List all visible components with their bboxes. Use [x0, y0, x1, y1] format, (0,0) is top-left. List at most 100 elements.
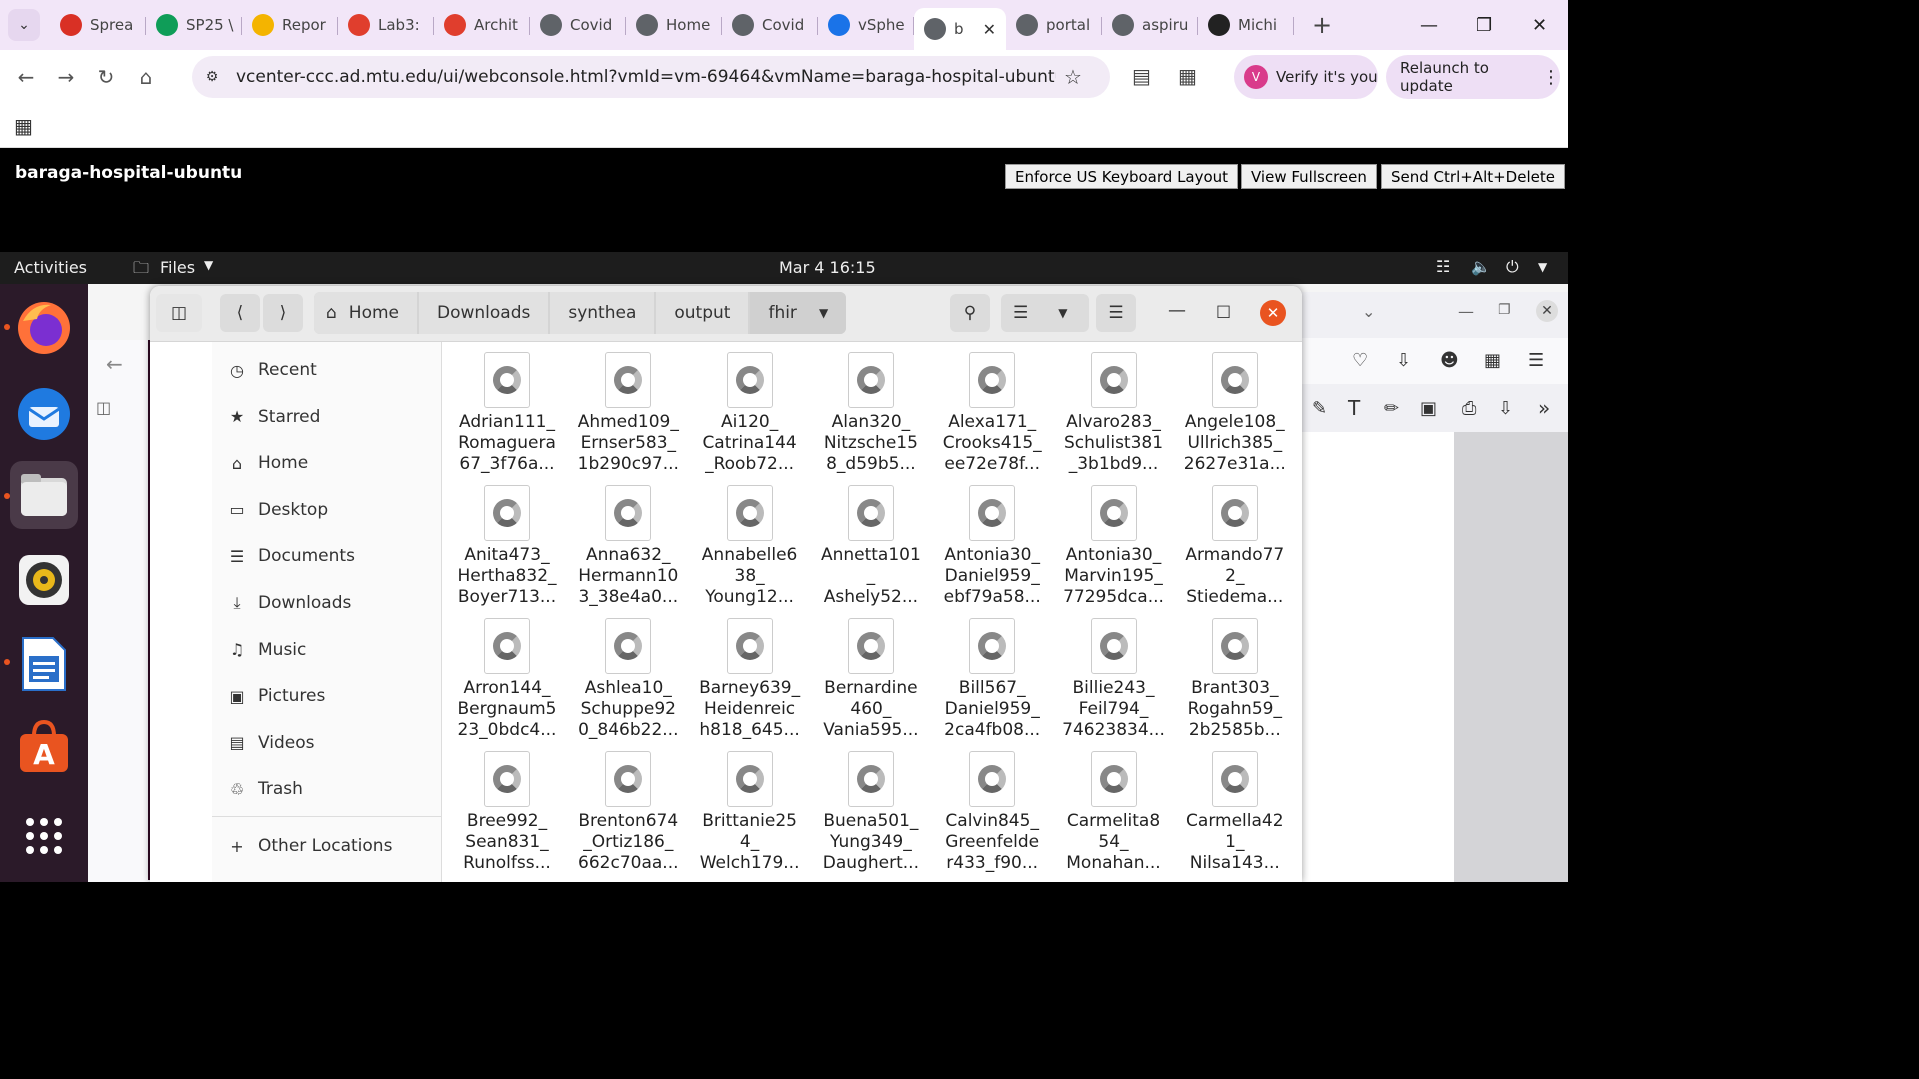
- file-item[interactable]: Buena501_ Yung349_ Daughert...: [813, 743, 929, 874]
- files-icon[interactable]: [10, 461, 78, 529]
- browser-tab[interactable]: Covid: [530, 7, 626, 43]
- browser-tab[interactable]: Lab3:: [338, 7, 434, 43]
- address-bar[interactable]: ⚙ vcenter-ccc.ad.mtu.edu/ui/webconsole.h…: [192, 56, 1110, 98]
- app-menu-chevron-icon[interactable]: ▼: [204, 258, 213, 272]
- breadcrumb-synthea[interactable]: synthea: [550, 292, 655, 334]
- send-ctrl-alt-del-button[interactable]: Send Ctrl+Alt+Delete: [1381, 164, 1565, 189]
- view-chevron-down-icon[interactable]: ▼: [1058, 306, 1067, 320]
- new-tab-button[interactable]: +: [1312, 11, 1332, 39]
- files-maximize-icon[interactable]: □: [1216, 301, 1231, 320]
- enforce-keyboard-button[interactable]: Enforce US Keyboard Layout: [1005, 164, 1239, 189]
- sidebar-item-starred[interactable]: ★ Starred: [226, 399, 426, 435]
- file-item[interactable]: Ahmed109_ Ernser583_ 1b290c97...: [570, 344, 686, 475]
- browser-tab[interactable]: b ✕: [914, 8, 1006, 50]
- browser-tab[interactable]: portal: [1006, 7, 1102, 43]
- sidebar-item-trash[interactable]: ♲ Trash: [226, 771, 426, 807]
- files-app-menu[interactable]: Files: [160, 258, 195, 277]
- libreoffice-writer-icon[interactable]: [10, 630, 78, 698]
- reload-button[interactable]: ↻: [86, 65, 126, 89]
- relaunch-button[interactable]: Relaunch to update ⋮: [1386, 55, 1560, 99]
- sidebar-item-documents[interactable]: ☰ Documents: [226, 538, 426, 574]
- sidebar-item-music[interactable]: ♫ Music: [226, 632, 426, 668]
- file-item[interactable]: Brenton674 _Ortiz186_ 662c70aa...: [570, 743, 686, 874]
- file-item[interactable]: Brittanie25 4_ Welch179...: [692, 743, 808, 874]
- breadcrumb-output[interactable]: output: [656, 292, 749, 334]
- sidebar-item-pictures[interactable]: ▣ Pictures: [226, 678, 426, 714]
- file-item[interactable]: Antonia30_ Marvin195_ 77295dca...: [1056, 477, 1172, 608]
- file-item[interactable]: Billie243_ Feil794_ 74623834...: [1056, 610, 1172, 741]
- file-item[interactable]: Alvaro283_ Schulist381 _3b1bd9...: [1056, 344, 1172, 475]
- clock[interactable]: Mar 4 16:15: [779, 258, 876, 277]
- view-options-button[interactable]: ☰ ▼: [1001, 294, 1089, 332]
- file-item[interactable]: Bree992_ Sean831_ Runolfss...: [449, 743, 565, 874]
- close-window-button[interactable]: ✕: [1532, 0, 1547, 50]
- file-item[interactable]: Annabelle6 38_ Young12...: [692, 477, 808, 608]
- breadcrumb-chevron-down-icon[interactable]: ▼: [819, 306, 828, 320]
- browser-tab[interactable]: aspiru: [1102, 7, 1198, 43]
- app-center-icon[interactable]: A: [10, 712, 78, 780]
- file-item[interactable]: Arron144_ Bergnaum5 23_0bdc4...: [449, 610, 565, 741]
- power-icon[interactable]: ⏻: [1506, 257, 1519, 277]
- file-item[interactable]: Brant303_ Rogahn59_ 2b2585b...: [1177, 610, 1293, 741]
- breadcrumb-fhir[interactable]: fhir ▼: [750, 292, 847, 334]
- browser-tab[interactable]: Repor: [242, 7, 338, 43]
- file-item[interactable]: Anna632_ Hermann10 3_38e4a0...: [570, 477, 686, 608]
- file-item[interactable]: Adrian111_ Romaguera 67_3f76a...: [449, 344, 565, 475]
- apps-grid-icon[interactable]: ▦: [14, 114, 33, 138]
- system-menu-chevron-icon[interactable]: ▼: [1538, 260, 1547, 274]
- browser-tab[interactable]: vSphe: [818, 7, 914, 43]
- forward-button[interactable]: →: [46, 65, 86, 89]
- home-button[interactable]: ⌂: [126, 65, 166, 89]
- breadcrumb-home[interactable]: ⌂ Home: [314, 292, 417, 334]
- sidebar-item-downloads[interactable]: ⤓ Downloads: [226, 585, 426, 621]
- file-item[interactable]: Carmella42 1_ Nilsa143...: [1177, 743, 1293, 874]
- main-menu-button[interactable]: ☰: [1096, 294, 1136, 332]
- file-item[interactable]: Barney639_ Heidenreic h818_645...: [692, 610, 808, 741]
- sidebar-item-desktop[interactable]: ▭ Desktop: [226, 492, 426, 528]
- file-item[interactable]: Alexa171_ Crooks415_ ee72e78f...: [934, 344, 1050, 475]
- file-item[interactable]: Alan320_ Nitzsche15 8_d59b5...: [813, 344, 929, 475]
- site-info-icon[interactable]: ⚙: [198, 63, 226, 91]
- reading-mode-icon[interactable]: ▤: [1132, 64, 1151, 88]
- verify-identity-button[interactable]: V Verify it's you: [1234, 55, 1378, 99]
- browser-tab[interactable]: Covid: [722, 7, 818, 43]
- show-apps-grid-icon[interactable]: [10, 802, 78, 870]
- close-tab-icon[interactable]: ✕: [983, 20, 996, 39]
- file-item[interactable]: Bernardine 460_ Vania595...: [813, 610, 929, 741]
- file-item[interactable]: Ai120_ Catrina144 _Roob72...: [692, 344, 808, 475]
- browser-tab[interactable]: Archit: [434, 7, 530, 43]
- file-item[interactable]: Armando77 2_ Stiedema...: [1177, 477, 1293, 608]
- file-item[interactable]: Calvin845_ Greenfelde r433_f90...: [934, 743, 1050, 874]
- extensions-icon[interactable]: ▦: [1178, 64, 1197, 88]
- sidebar-item-other-locations[interactable]: + Other Locations: [226, 828, 426, 864]
- activities-button[interactable]: Activities: [14, 258, 87, 277]
- tab-search-chevron-icon[interactable]: ⌄: [8, 9, 40, 41]
- sidebar-item-videos[interactable]: ▤ Videos: [226, 725, 426, 761]
- minimize-window-button[interactable]: —: [1420, 0, 1438, 50]
- search-button[interactable]: ⚲: [950, 294, 990, 332]
- browser-menu-icon[interactable]: ⋮: [1542, 67, 1560, 88]
- files-close-icon[interactable]: ✕: [1260, 300, 1286, 326]
- file-item[interactable]: Anita473_ Hertha832_ Boyer713...: [449, 477, 565, 608]
- breadcrumb-downloads[interactable]: Downloads: [419, 292, 549, 334]
- bookmark-star-icon[interactable]: ☆: [1064, 65, 1082, 89]
- browser-tab[interactable]: SP25 \: [146, 7, 242, 43]
- file-item[interactable]: Annetta101 _ Ashely52...: [813, 477, 929, 608]
- sidebar-toggle-button[interactable]: ◫: [156, 294, 202, 332]
- sidebar-item-home[interactable]: ⌂ Home: [226, 445, 426, 481]
- file-item[interactable]: Antonia30_ Daniel959_ ebf79a58...: [934, 477, 1050, 608]
- file-item[interactable]: Ashlea10_ Schuppe92 0_846b22...: [570, 610, 686, 741]
- browser-tab[interactable]: Home: [626, 7, 722, 43]
- file-item[interactable]: Bill567_ Daniel959_ 2ca4fb08...: [934, 610, 1050, 741]
- restore-window-button[interactable]: ❐: [1476, 0, 1492, 50]
- sidebar-item-recent[interactable]: ◷ Recent: [226, 352, 426, 388]
- files-minimize-icon[interactable]: —: [1168, 300, 1186, 321]
- browser-tab[interactable]: Sprea: [50, 7, 146, 43]
- file-item[interactable]: Angele108_ Ullrich385_ 2627e31a...: [1177, 344, 1293, 475]
- rhythmbox-icon[interactable]: [10, 546, 78, 614]
- view-fullscreen-button[interactable]: View Fullscreen: [1241, 164, 1377, 189]
- volume-icon[interactable]: 🔈: [1471, 257, 1491, 276]
- back-button[interactable]: ←: [6, 65, 46, 89]
- file-item[interactable]: Carmelita8 54_ Monahan...: [1056, 743, 1172, 874]
- url-text[interactable]: vcenter-ccc.ad.mtu.edu/ui/webconsole.htm…: [236, 67, 1056, 87]
